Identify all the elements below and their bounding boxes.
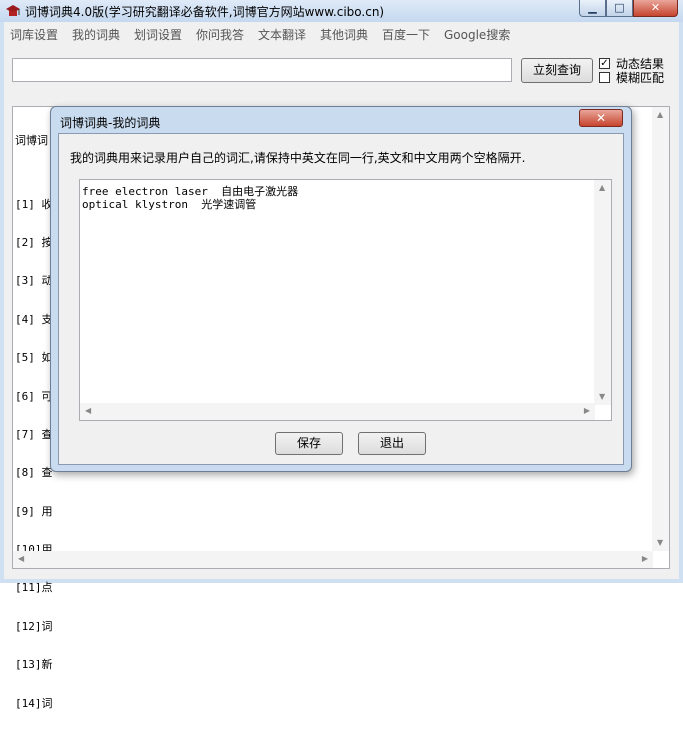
fuzzy-match-label: 模糊匹配	[616, 71, 665, 85]
window-title: 词博词典4.0版(学习研究翻译必备软件,词博官方网站www.cibo.cn)	[25, 5, 385, 19]
dialog-vertical-scrollbar[interactable]: ▲ ▼	[594, 180, 611, 405]
result-line: [11]点	[15, 581, 53, 595]
close-button[interactable]: ✕	[633, 0, 678, 17]
exit-button[interactable]: 退出	[358, 432, 426, 455]
scroll-up-icon[interactable]: ▲	[599, 184, 605, 192]
scroll-down-icon[interactable]: ▼	[657, 539, 663, 547]
minimize-button[interactable]: ▁	[579, 0, 606, 17]
menu-qa[interactable]: 你问我答	[196, 26, 244, 43]
dialog-description: 我的词典用来记录用户自己的词汇,请保持中英文在同一行,英文和中文用两个空格隔开.	[70, 151, 526, 165]
dialog-body: 我的词典用来记录用户自己的词汇,请保持中英文在同一行,英文和中文用两个空格隔开.…	[58, 133, 624, 465]
menu-other-dictionaries[interactable]: 其他词典	[320, 26, 368, 43]
scroll-up-icon[interactable]: ▲	[657, 111, 663, 119]
menu-text-translate[interactable]: 文本翻译	[258, 26, 306, 43]
title-bar: 词博词典4.0版(学习研究翻译必备软件,词博官方网站www.cibo.cn) ▁…	[0, 0, 683, 22]
menu-my-dictionary[interactable]: 我的词典	[72, 26, 120, 43]
dialog-horizontal-scrollbar[interactable]: ◀ ▶	[80, 403, 595, 420]
mortarboard-icon	[6, 5, 20, 16]
save-button[interactable]: 保存	[275, 432, 343, 455]
dialog-title: 词博词典-我的词典	[60, 116, 161, 130]
vertical-scrollbar[interactable]: ▲ ▼	[652, 107, 669, 551]
dictionary-entries-textarea[interactable]: free electron laser 自由电子激光器 optical klys…	[79, 179, 612, 421]
menu-bar: 词库设置 我的词典 划词设置 你问我答 文本翻译 其他词典 百度一下 Googl…	[4, 22, 679, 44]
menu-baidu[interactable]: 百度一下	[382, 26, 430, 43]
scroll-right-icon[interactable]: ▶	[584, 407, 590, 415]
dictionary-entry: optical klystron 光学速调管	[82, 198, 257, 211]
scroll-left-icon[interactable]: ◀	[18, 555, 24, 563]
dialog-close-button[interactable]: ✕	[579, 109, 623, 127]
result-line: [13]新	[15, 658, 53, 672]
search-input[interactable]	[12, 58, 512, 82]
scroll-left-icon[interactable]: ◀	[85, 407, 91, 415]
menu-dictionary-settings[interactable]: 词库设置	[10, 26, 58, 43]
my-dictionary-dialog: 词博词典-我的词典 ✕ 我的词典用来记录用户自己的词汇,请保持中英文在同一行,英…	[50, 106, 632, 472]
result-line: [12]词	[15, 619, 53, 633]
fuzzy-match-checkbox[interactable]	[599, 72, 610, 83]
result-line: [9] 用	[15, 504, 53, 518]
horizontal-scrollbar[interactable]: ◀ ▶	[13, 551, 653, 568]
scroll-down-icon[interactable]: ▼	[599, 393, 605, 401]
result-line: [14]词	[15, 696, 53, 710]
main-window: 词博词典4.0版(学习研究翻译必备软件,词博官方网站www.cibo.cn) ▁…	[0, 0, 683, 709]
scroll-right-icon[interactable]: ▶	[642, 555, 648, 563]
query-button[interactable]: 立刻查询	[521, 58, 593, 83]
dynamic-result-checkbox[interactable]: ✓	[599, 58, 610, 69]
menu-google[interactable]: Google搜索	[444, 26, 510, 43]
maximize-button[interactable]: □	[606, 0, 633, 17]
menu-hover-settings[interactable]: 划词设置	[134, 26, 182, 43]
